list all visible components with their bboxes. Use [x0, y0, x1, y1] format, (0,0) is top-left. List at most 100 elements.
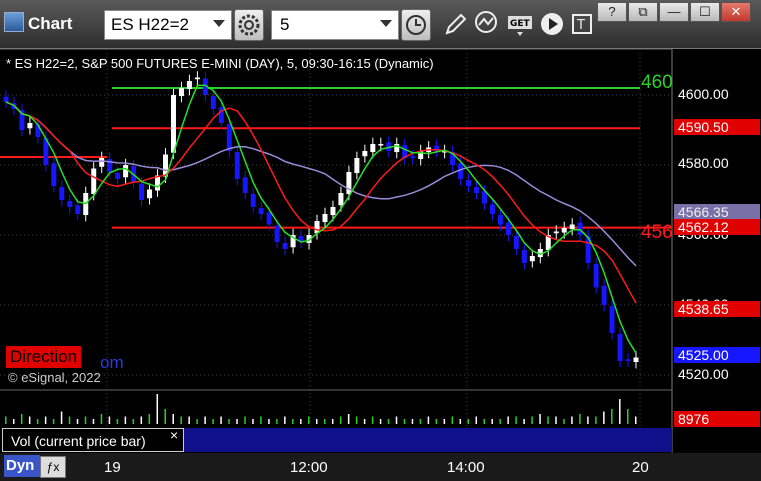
candle-body — [147, 189, 153, 199]
symbol-select[interactable]: ES H22=2 — [104, 10, 232, 40]
close-button[interactable]: ✕ — [721, 2, 751, 22]
volume-bar — [52, 419, 55, 424]
volume-bar — [92, 419, 95, 424]
candle-body — [91, 168, 97, 195]
play-button[interactable] — [537, 8, 567, 40]
candle-body — [410, 156, 416, 158]
get-data-button[interactable]: GET — [505, 8, 535, 40]
volume-bar — [555, 416, 557, 424]
volume-bar — [323, 419, 326, 424]
chart-panel[interactable] — [0, 49, 761, 481]
candle-body — [497, 215, 503, 225]
candle-body — [633, 357, 639, 363]
price-label: 4600.00 — [678, 86, 729, 102]
candle-body — [115, 173, 121, 179]
time-label: 19 — [104, 459, 121, 476]
candle-body — [466, 180, 472, 186]
volume-bar — [196, 419, 198, 424]
volume-bar — [451, 416, 454, 424]
candle-body — [27, 123, 33, 129]
candle-body — [210, 96, 216, 109]
restore-button[interactable]: ⧉ — [628, 2, 658, 22]
volume-bar — [459, 419, 462, 424]
get-icon: GET — [508, 16, 532, 36]
candle-body — [67, 201, 73, 207]
volume-bar — [36, 419, 39, 424]
interval-select[interactable]: 5 — [271, 10, 399, 40]
volume-bar — [387, 419, 390, 424]
dynamic-button[interactable]: Dyn — [4, 455, 40, 477]
candle-body — [474, 187, 480, 193]
chevron-down-icon — [213, 20, 225, 27]
volume-bar — [84, 416, 87, 424]
candle-body — [513, 236, 519, 249]
volume-bar — [635, 416, 637, 424]
candle-body — [242, 177, 248, 193]
volume-bar — [339, 416, 342, 424]
symbol-settings-button[interactable] — [234, 9, 264, 41]
candle-body — [194, 77, 200, 80]
price-tag-level-high: 4590.50 — [674, 119, 760, 135]
level-edge-label-red: 456 — [641, 222, 673, 243]
candle-body — [370, 144, 376, 153]
volume-bar — [28, 416, 31, 424]
price-label: 4520.00 — [678, 366, 729, 382]
volume-bar — [244, 416, 246, 424]
time-settings-button[interactable] — [401, 9, 431, 41]
candle-body — [569, 224, 575, 230]
volume-bar — [68, 416, 71, 424]
volume-study-label[interactable]: Vol (current price bar) — [2, 428, 184, 452]
candle-body — [577, 222, 583, 235]
volume-bar — [140, 416, 143, 424]
volume-bar — [212, 419, 214, 424]
volume-bar — [427, 416, 430, 424]
clock-icon — [406, 15, 426, 35]
time-label: 12:00 — [290, 459, 328, 476]
gear-icon — [238, 14, 260, 36]
volume-bar — [475, 416, 478, 424]
minimize-button[interactable]: — — [659, 2, 689, 22]
candle-body — [489, 204, 495, 214]
volume-bar — [579, 414, 581, 424]
volume-bar — [252, 419, 254, 424]
study-icon — [475, 11, 497, 33]
volume-bar — [180, 416, 182, 424]
volume-bar — [188, 416, 190, 424]
candle-body — [258, 208, 264, 214]
play-icon — [541, 13, 563, 35]
volume-bar — [499, 419, 501, 424]
candle-body — [362, 151, 368, 157]
volume-bar — [539, 414, 541, 424]
svg-text:GET: GET — [510, 19, 531, 29]
candle-body — [178, 88, 184, 97]
volume-bar — [411, 419, 414, 424]
volume-bar — [204, 416, 206, 424]
candle-body — [123, 165, 129, 178]
volume-bar — [116, 419, 119, 424]
volume-bar — [443, 419, 446, 424]
studies-button[interactable] — [472, 8, 502, 40]
volume-bar — [268, 419, 270, 424]
text-tool-button[interactable]: T — [568, 8, 598, 40]
candle-body — [266, 212, 272, 225]
formula-button[interactable]: ƒx — [40, 456, 66, 478]
volume-bar — [595, 416, 597, 424]
volume-bar — [523, 419, 525, 424]
volume-bar — [571, 416, 573, 424]
volume-bar — [308, 416, 310, 424]
candle-body — [51, 163, 57, 186]
candle-body — [234, 152, 240, 179]
volume-bar — [507, 416, 509, 424]
volume-bar — [627, 409, 629, 424]
maximize-button[interactable]: ☐ — [690, 2, 720, 22]
candle-body — [3, 96, 9, 102]
volume-bar — [603, 411, 605, 424]
help-button[interactable]: ? — [597, 2, 627, 22]
app-title-text: Chart — [28, 14, 73, 33]
volume-close-button[interactable]: × — [170, 427, 178, 443]
candle-body — [330, 207, 336, 216]
candle-body — [322, 214, 328, 223]
draw-tool-button[interactable] — [440, 8, 470, 40]
volume-bar — [12, 419, 15, 424]
volume-bar — [220, 416, 222, 424]
